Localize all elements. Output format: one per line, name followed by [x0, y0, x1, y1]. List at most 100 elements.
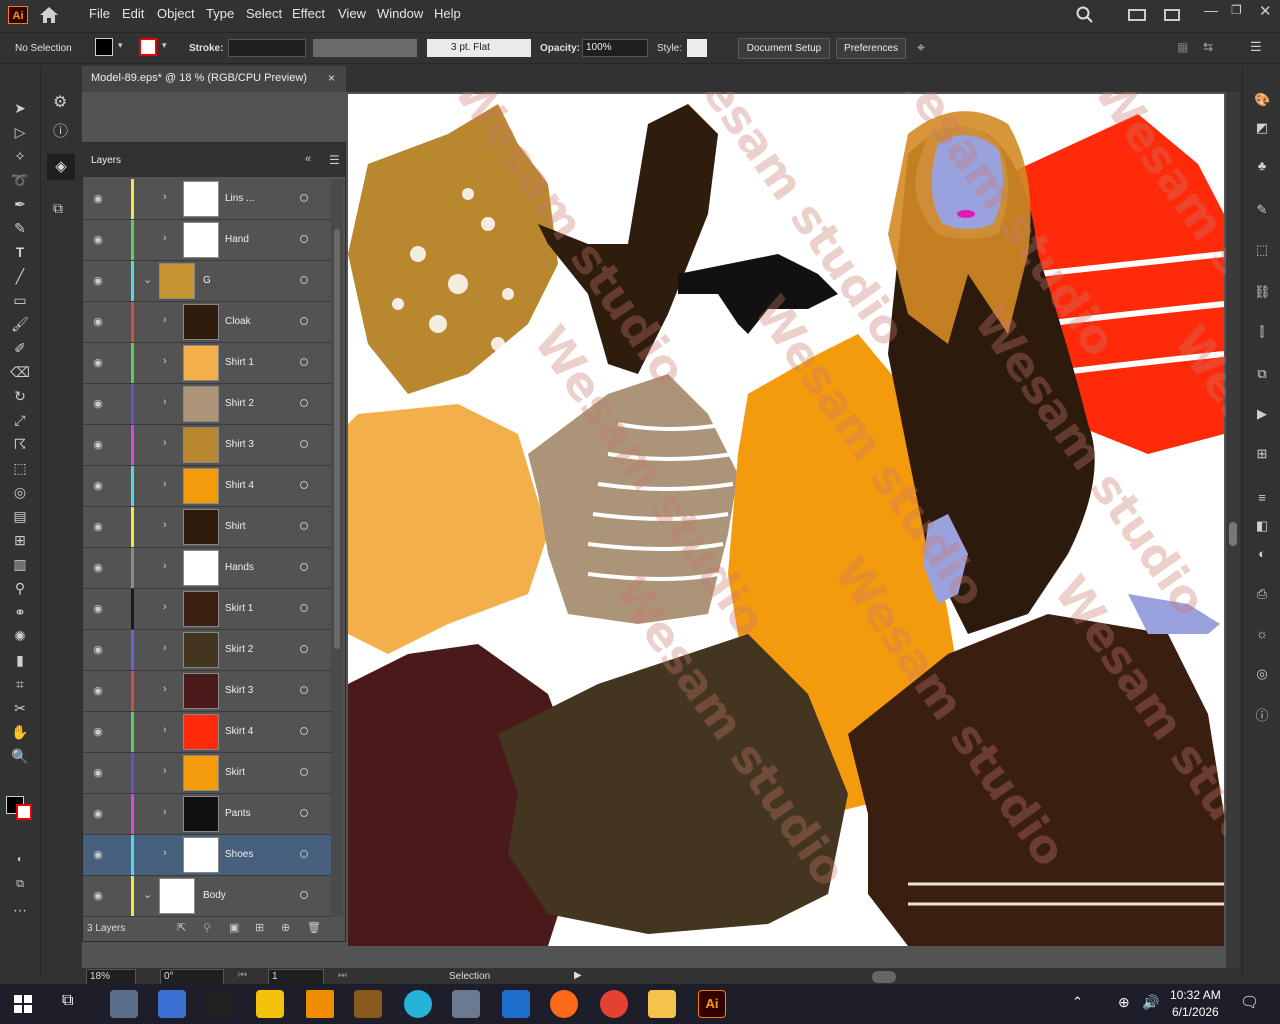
visibility-eye-icon[interactable]: ◉ [91, 848, 105, 862]
document-info-icon[interactable]: ⓘ [1254, 708, 1270, 724]
swatches-icon[interactable]: ♣ [1254, 158, 1270, 174]
artboards-icon[interactable]: ⧉ [53, 200, 63, 217]
brushes-icon[interactable]: ✎ [1254, 202, 1270, 218]
pathfinder-icon[interactable]: ⧉ [1254, 366, 1270, 382]
layer-row[interactable]: ◉ › Shirt 2 [83, 384, 331, 425]
app-icon-m[interactable] [502, 990, 530, 1018]
minimize-icon[interactable]: — [1204, 2, 1218, 18]
delete-layer-icon[interactable]: 🗑 [307, 921, 321, 934]
expand-arrow-icon[interactable]: › [163, 847, 167, 859]
links-icon[interactable]: ⛓ [1254, 284, 1271, 300]
lasso-tool-icon[interactable]: ➰ [8, 170, 32, 190]
menu-view[interactable]: View [338, 6, 366, 21]
visibility-eye-icon[interactable]: ◉ [91, 684, 105, 698]
target-circle-icon[interactable] [300, 645, 308, 653]
line-tool-icon[interactable]: ╱ [8, 266, 32, 286]
target-circle-icon[interactable] [300, 686, 308, 694]
gradient-tool-icon[interactable]: ▥ [8, 554, 32, 574]
gradient-icon[interactable]: ◩ [1254, 120, 1270, 136]
shaper-tool-icon[interactable]: ✐ [8, 338, 32, 358]
vertical-scrollbar[interactable] [1226, 92, 1240, 968]
variable-width-profile[interactable] [313, 39, 417, 57]
expand-arrow-icon[interactable]: › [163, 765, 167, 777]
expand-arrow-icon[interactable]: › [163, 642, 167, 654]
export-icon[interactable]: ⇱ [177, 921, 186, 934]
layers-menu-icon[interactable]: ☰ [329, 153, 340, 167]
target-circle-icon[interactable] [300, 604, 308, 612]
close-tab-icon[interactable]: × [328, 71, 335, 85]
layer-name[interactable]: Hand [225, 234, 249, 245]
warp-tool-icon[interactable]: ☈ [8, 434, 32, 454]
asset-export-icon[interactable]: ⎙ [1254, 586, 1270, 602]
close-window-icon[interactable]: ✕ [1259, 2, 1272, 20]
workspace-icon[interactable] [1164, 9, 1180, 21]
target-circle-icon[interactable] [300, 727, 308, 735]
perspective-grid-icon[interactable]: ▤ [8, 506, 32, 526]
expand-arrow-icon[interactable]: › [163, 724, 167, 736]
more-tools-icon[interactable]: ⋯ [8, 900, 32, 920]
document-tab[interactable]: Model-89.eps* @ 18 % (RGB/CPU Preview) × [82, 66, 346, 92]
visibility-eye-icon[interactable]: ◉ [91, 274, 105, 288]
expand-arrow-icon[interactable]: › [163, 806, 167, 818]
layer-name[interactable]: Skirt 2 [225, 644, 253, 655]
transform-icon[interactable]: ⇆ [1203, 40, 1213, 54]
layer-name[interactable]: Skirt [225, 767, 245, 778]
rotation-field[interactable]: 0° [160, 969, 224, 985]
collapse-arrow-icon[interactable]: ⌄ [143, 888, 152, 901]
target-circle-icon[interactable] [300, 235, 308, 243]
status-menu-icon[interactable]: ▶ [574, 970, 582, 981]
expand-arrow-icon[interactable]: › [163, 314, 167, 326]
firefox-icon[interactable] [550, 990, 578, 1018]
visibility-eye-icon[interactable]: ◉ [91, 766, 105, 780]
target-circle-icon[interactable] [300, 194, 308, 202]
layer-row[interactable]: ◉ › Skirt 4 [83, 712, 331, 753]
target-circle-icon[interactable] [300, 850, 308, 858]
color-guide-icon[interactable]: ☼ [1254, 626, 1270, 642]
layers-scrollbar[interactable] [331, 179, 343, 917]
paragraph-icon[interactable]: ≡ [1254, 490, 1270, 506]
visibility-eye-icon[interactable]: ◉ [91, 725, 105, 739]
target-circle-icon[interactable] [300, 768, 308, 776]
menu-select[interactable]: Select [246, 6, 282, 21]
paintbrush-tool-icon[interactable]: 🖌 [8, 314, 32, 334]
target-circle-icon[interactable] [300, 399, 308, 407]
collapse-arrow-icon[interactable]: ⌄ [143, 273, 152, 286]
graphic-style-swatch[interactable] [687, 39, 707, 57]
rectangle-tool-icon[interactable]: ▭ [8, 290, 32, 310]
layer-row[interactable]: ◉ › Skirt 1 [83, 589, 331, 630]
layer-name[interactable]: Skirt 3 [225, 685, 253, 696]
vlc-icon[interactable] [306, 990, 334, 1018]
visibility-eye-icon[interactable]: ◉ [91, 438, 105, 452]
layer-name[interactable]: Skirt 4 [225, 726, 253, 737]
layer-row[interactable]: ◉ ⌄ G [83, 261, 331, 302]
menu-edit[interactable]: Edit [122, 6, 144, 21]
selection-tool-icon[interactable]: ➤ [8, 98, 32, 118]
appearance-icon[interactable]: ◐ [1254, 546, 1270, 562]
app-icon-share[interactable] [404, 990, 432, 1018]
target-circle-icon[interactable] [300, 440, 308, 448]
notifications-icon[interactable]: 🗨 [1240, 993, 1259, 1011]
visibility-eye-icon[interactable]: ◉ [91, 561, 105, 575]
stroke-color-icon[interactable] [16, 804, 32, 820]
target-circle-icon[interactable] [300, 809, 308, 817]
expand-arrow-icon[interactable]: › [163, 683, 167, 695]
stroke-swatch[interactable] [139, 38, 157, 56]
expand-arrow-icon[interactable]: › [163, 232, 167, 244]
clock-time[interactable]: 10:32 AM [1170, 988, 1221, 1002]
layer-name[interactable]: Shirt 3 [225, 439, 254, 450]
symbols-icon[interactable]: ⊞ [1254, 446, 1270, 462]
visibility-eye-icon[interactable]: ◉ [91, 233, 105, 247]
menu-help[interactable]: Help [434, 6, 461, 21]
app-icon-player[interactable] [256, 990, 284, 1018]
layer-row[interactable]: ◉ › Skirt 3 [83, 671, 331, 712]
direct-selection-tool-icon[interactable]: ▷ [8, 122, 32, 142]
layer-row[interactable]: ◉ › Shirt 4 [83, 466, 331, 507]
layers-scroll-thumb[interactable] [334, 229, 340, 649]
clock-date[interactable]: 6/1/2026 [1172, 1005, 1219, 1019]
quick-actions-icon[interactable]: ⌖ [917, 39, 925, 56]
transform-panel-icon[interactable]: ⬚ [1254, 242, 1270, 258]
layer-row[interactable]: ◉ › Shirt 1 [83, 343, 331, 384]
layer-row[interactable]: ◉ ⌄ Body [83, 876, 331, 917]
visibility-eye-icon[interactable]: ◉ [91, 807, 105, 821]
hand-tool-icon[interactable]: ✋ [8, 722, 32, 742]
